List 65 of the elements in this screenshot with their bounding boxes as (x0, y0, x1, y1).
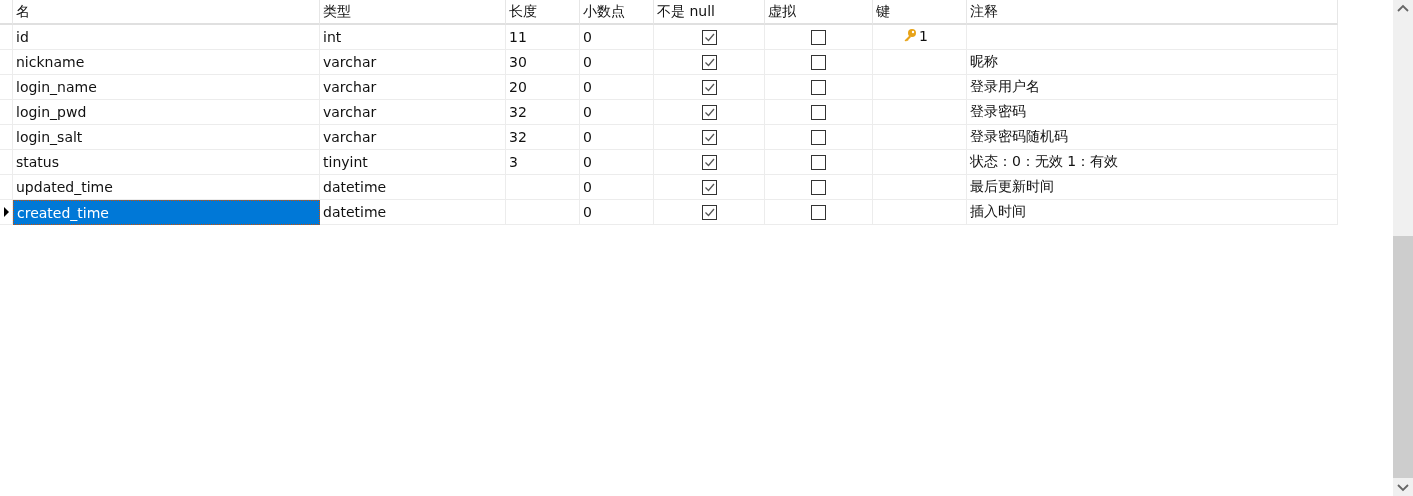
column-header[interactable]: 小数点 (583, 2, 625, 21)
column-header[interactable]: 注释 (970, 2, 998, 21)
checkbox[interactable] (701, 179, 717, 195)
table-cell: 32 (506, 100, 580, 125)
checkbox[interactable] (701, 104, 717, 120)
checkbox[interactable] (811, 104, 826, 120)
checkbox[interactable] (811, 29, 826, 45)
column-header[interactable]: 虚拟 (768, 2, 796, 21)
table-cell: 0 (580, 125, 654, 150)
table-cell[interactable]: id (13, 25, 320, 50)
column-header[interactable]: 名 (16, 2, 30, 21)
key-icon (903, 28, 917, 42)
table-cell: 0 (580, 50, 654, 75)
table-cell: tinyint (320, 150, 506, 175)
checkbox[interactable] (701, 54, 717, 70)
current-row-icon (4, 207, 9, 217)
checkbox[interactable] (701, 204, 717, 220)
table-cell: 20 (506, 75, 580, 100)
table-cell: varchar (320, 125, 506, 150)
checkbox[interactable] (701, 29, 717, 45)
table-cell: int (320, 25, 506, 50)
checkbox[interactable] (811, 204, 826, 220)
column-header[interactable]: 键 (876, 2, 890, 21)
table-cell: 登录密码随机码 (967, 125, 1338, 150)
table-cell: 0 (580, 200, 654, 225)
table-cell: 0 (580, 175, 654, 200)
table-cell[interactable]: login_pwd (13, 100, 320, 125)
column-header[interactable]: 不是 null (657, 2, 715, 21)
table-cell: 3 (506, 150, 580, 175)
table-cell: 最后更新时间 (967, 175, 1338, 200)
table-cell: 登录用户名 (967, 75, 1338, 100)
checkbox[interactable] (701, 129, 717, 145)
table-cell: varchar (320, 50, 506, 75)
table-cell: 插入时间 (967, 200, 1338, 225)
table-cell: 0 (580, 100, 654, 125)
scrollbar[interactable] (1393, 0, 1413, 496)
table-cell: 0 (580, 25, 654, 50)
checkbox[interactable] (811, 154, 826, 170)
table-cell[interactable]: created_time (13, 200, 320, 225)
key-number: 1 (919, 28, 928, 44)
table-cell: 登录密码 (967, 100, 1338, 125)
table-cell: varchar (320, 100, 506, 125)
scrollbar-thumb[interactable] (1393, 236, 1413, 478)
checkbox[interactable] (811, 79, 826, 95)
checkbox[interactable] (701, 154, 717, 170)
table-cell: 0 (580, 75, 654, 100)
column-header[interactable]: 长度 (509, 2, 537, 21)
checkbox[interactable] (811, 54, 826, 70)
table-cell: 0 (580, 150, 654, 175)
table-cell: datetime (320, 200, 506, 225)
column-header[interactable]: 类型 (323, 2, 351, 21)
table-cell: datetime (320, 175, 506, 200)
table-cell[interactable]: login_name (13, 75, 320, 100)
table-cell: 昵称 (967, 50, 1338, 75)
checkbox[interactable] (811, 179, 826, 195)
table-cell[interactable]: nickname (13, 50, 320, 75)
table-cell[interactable]: login_salt (13, 125, 320, 150)
table-cell: 状态：0：无效 1：有效 (967, 150, 1338, 175)
table-cell: 32 (506, 125, 580, 150)
table-cell: varchar (320, 75, 506, 100)
table-cell[interactable]: status (13, 150, 320, 175)
table-cell: 30 (506, 50, 580, 75)
table-cell: 11 (506, 25, 580, 50)
checkbox[interactable] (701, 79, 717, 95)
checkbox[interactable] (811, 129, 826, 145)
